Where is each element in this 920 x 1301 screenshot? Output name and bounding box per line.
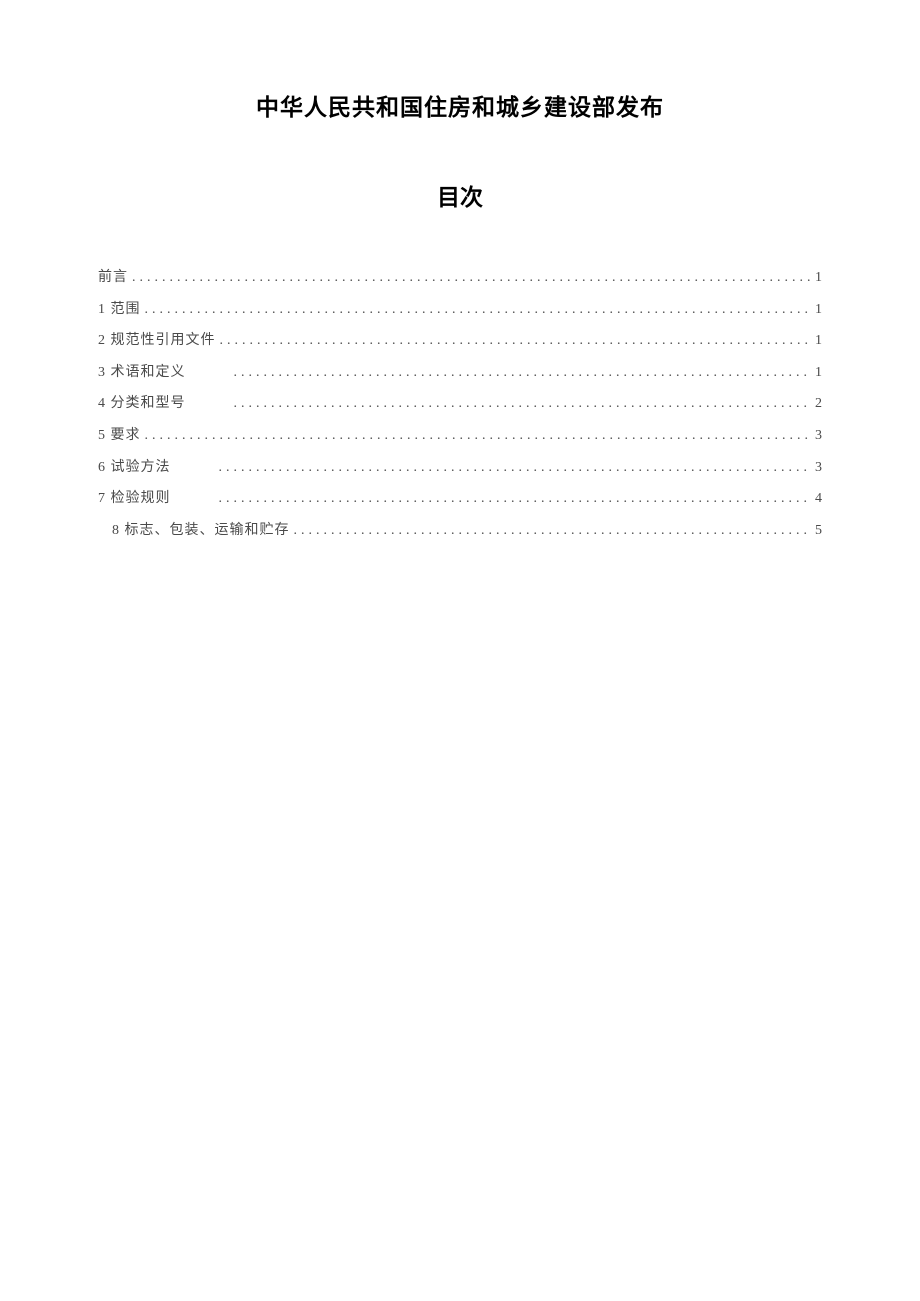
toc-page: 1 bbox=[815, 363, 822, 383]
toc-page: 1 bbox=[815, 300, 822, 320]
toc-dots bbox=[234, 363, 812, 383]
toc-item: 3 术语和定义 1 bbox=[98, 363, 822, 383]
toc-page: 3 bbox=[815, 458, 822, 478]
toc-item: 1 范围 1 bbox=[98, 300, 822, 320]
toc-page: 5 bbox=[815, 521, 822, 541]
toc-dots bbox=[145, 426, 812, 446]
toc-item: 2 规范性引用文件 1 bbox=[98, 331, 822, 351]
toc-dots bbox=[219, 489, 812, 509]
toc-dots bbox=[234, 394, 812, 414]
toc-label: 5 要求 bbox=[98, 426, 141, 446]
toc-label: 6 试验方法 bbox=[98, 458, 171, 478]
toc-dots bbox=[294, 521, 812, 541]
toc-dots bbox=[220, 331, 812, 351]
toc-item: 6 试验方法 3 bbox=[98, 458, 822, 478]
toc-label: 8 标志、包装、运输和贮存 bbox=[112, 521, 290, 541]
toc-heading: 目次 bbox=[98, 178, 822, 212]
toc-page: 4 bbox=[815, 489, 822, 509]
toc-page: 2 bbox=[815, 394, 822, 414]
table-of-contents: 前言 1 1 范围 1 2 规范性引用文件 1 3 术语和定义 1 4 分类和型… bbox=[98, 268, 822, 540]
toc-page: 1 bbox=[815, 268, 822, 288]
toc-page: 1 bbox=[815, 331, 822, 351]
toc-label: 4 分类和型号 bbox=[98, 394, 186, 414]
toc-item: 8 标志、包装、运输和贮存 5 bbox=[98, 521, 822, 541]
toc-dots bbox=[219, 458, 812, 478]
document-title: 中华人民共和国住房和城乡建设部发布 bbox=[98, 88, 822, 122]
toc-label: 2 规范性引用文件 bbox=[98, 331, 216, 351]
toc-dots bbox=[132, 268, 811, 288]
toc-item: 5 要求 3 bbox=[98, 426, 822, 446]
toc-item: 4 分类和型号 2 bbox=[98, 394, 822, 414]
toc-dots bbox=[145, 300, 812, 320]
toc-page: 3 bbox=[815, 426, 822, 446]
toc-label: 前言 bbox=[98, 268, 128, 288]
toc-label: 1 范围 bbox=[98, 300, 141, 320]
toc-item: 前言 1 bbox=[98, 268, 822, 288]
toc-label: 3 术语和定义 bbox=[98, 363, 186, 383]
toc-label: 7 检验规则 bbox=[98, 489, 171, 509]
toc-item: 7 检验规则 4 bbox=[98, 489, 822, 509]
